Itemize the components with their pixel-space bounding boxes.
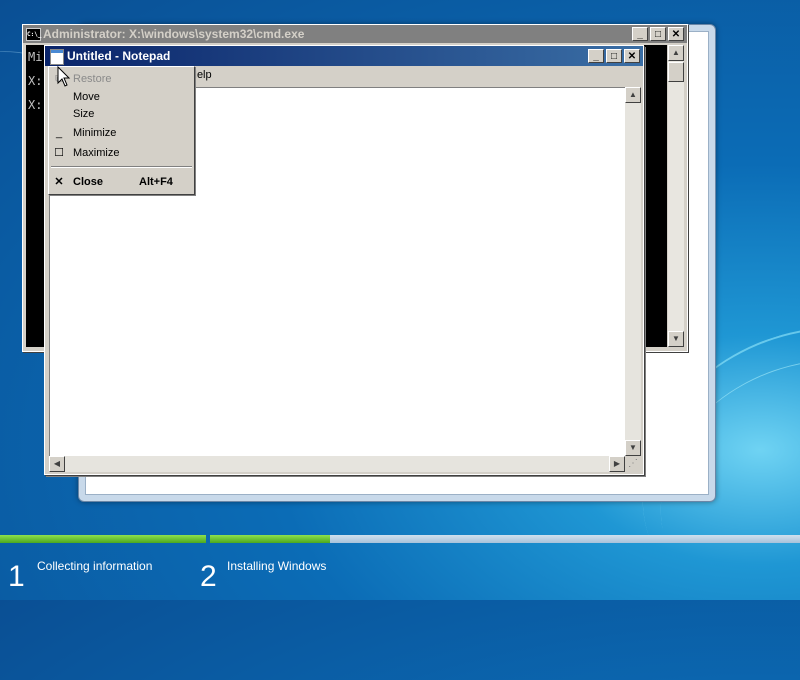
step-number: 2: [200, 560, 217, 593]
menu-item-size[interactable]: Size: [49, 105, 192, 123]
menu-item-label: Maximize: [73, 147, 120, 159]
notepad-icon[interactable]: [50, 49, 64, 65]
menu-item-move[interactable]: Move: [49, 88, 192, 106]
notepad-horizontal-scrollbar[interactable]: ◀ ▶: [49, 456, 625, 472]
cmd-minimize-button[interactable]: _: [632, 27, 648, 41]
menu-item-minimize[interactable]: _ Minimize: [49, 124, 192, 142]
cmd-maximize-button[interactable]: □: [650, 27, 666, 41]
menu-item-shortcut: Alt+F4: [139, 176, 173, 188]
scroll-up-icon[interactable]: ▲: [625, 87, 641, 103]
maximize-icon: ☐: [54, 147, 64, 159]
close-icon: ✕: [54, 176, 64, 188]
cmd-title-bar[interactable]: C:\_ Administrator: X:\windows\system32\…: [23, 25, 687, 43]
menu-item-close[interactable]: ✕ Close Alt+F4: [49, 173, 192, 191]
notepad-maximize-button[interactable]: □: [606, 49, 622, 63]
scroll-thumb[interactable]: [668, 62, 684, 82]
scroll-down-icon[interactable]: ▼: [625, 440, 641, 456]
scroll-right-icon[interactable]: ▶: [609, 456, 625, 472]
step-number: 1: [8, 560, 25, 593]
notepad-window-controls: _ □ ✕: [586, 49, 640, 63]
notepad-minimize-button[interactable]: _: [588, 49, 604, 63]
menu-item-label: Close: [73, 176, 103, 188]
minimize-icon: _: [55, 127, 63, 139]
cmd-title: Administrator: X:\windows\system32\cmd.e…: [43, 27, 305, 41]
notepad-vertical-scrollbar[interactable]: ▲ ▼: [625, 87, 641, 456]
notepad-close-button[interactable]: ✕: [624, 49, 640, 63]
resize-grip-icon[interactable]: ⋰: [625, 456, 641, 472]
scroll-up-icon[interactable]: ▲: [668, 45, 684, 61]
progress-step1-bar: [0, 535, 206, 543]
cmd-vertical-scrollbar[interactable]: ▲ ▼: [668, 45, 684, 347]
notepad-title: Untitled - Notepad: [67, 49, 171, 63]
scroll-left-icon[interactable]: ◀: [49, 456, 65, 472]
mouse-cursor-icon: [57, 66, 71, 87]
notepad-title-bar[interactable]: Untitled - Notepad _ □ ✕: [45, 46, 643, 66]
menu-item-label: Minimize: [73, 127, 117, 139]
cmd-window-controls: _ □ ✕: [630, 27, 684, 41]
cmd-icon[interactable]: C:\_: [26, 28, 41, 41]
step-label: Collecting information: [37, 559, 153, 573]
menu-item-label: Restore: [73, 73, 112, 85]
step-label: Installing Windows: [227, 559, 327, 573]
menu-item-label: Move: [73, 91, 100, 103]
menu-item-maximize[interactable]: ☐ Maximize: [49, 144, 192, 162]
cmd-close-button[interactable]: ✕: [668, 27, 684, 41]
menu-separator: [51, 166, 192, 168]
progress-step2-fill: [210, 535, 330, 543]
menu-item-label: Size: [73, 108, 95, 120]
scroll-down-icon[interactable]: ▼: [668, 331, 684, 347]
